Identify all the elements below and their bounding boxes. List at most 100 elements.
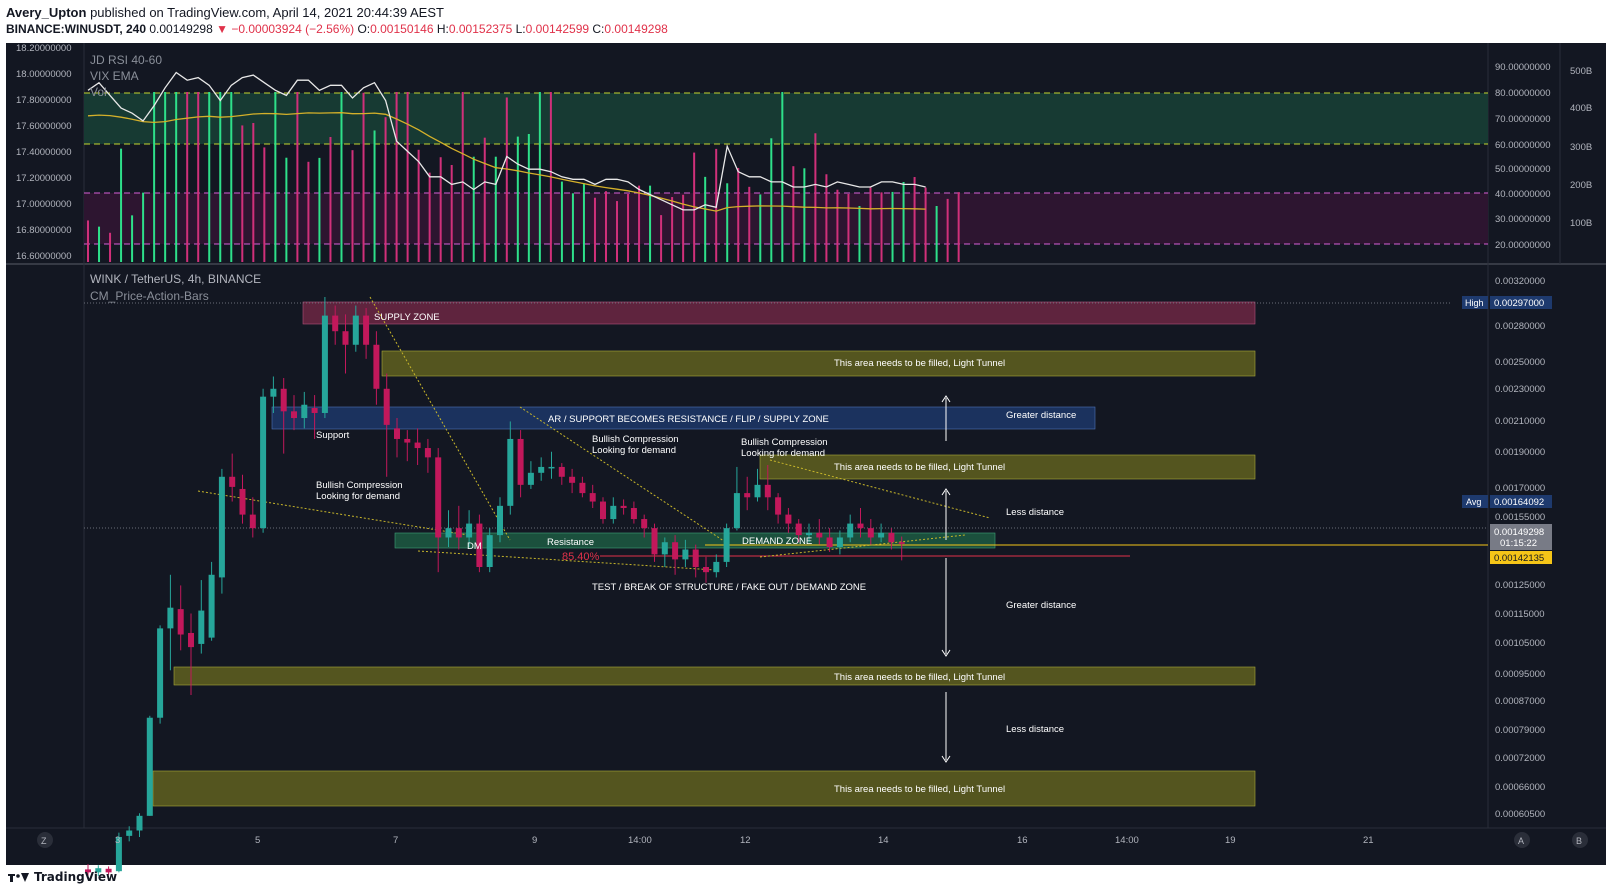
candle-body[interactable] (847, 523, 854, 538)
candle-body[interactable] (527, 472, 534, 485)
volume-bar (638, 185, 641, 262)
candle-body[interactable] (857, 523, 864, 529)
support-label: Support (316, 430, 350, 441)
candle-body[interactable] (445, 528, 452, 538)
time-tick: 14 (878, 835, 889, 846)
candle-body[interactable] (507, 438, 514, 506)
candle-body[interactable] (249, 514, 256, 529)
candle-body[interactable] (383, 388, 390, 425)
candle-body[interactable] (682, 549, 689, 560)
candle-body[interactable] (703, 567, 709, 573)
candle-body[interactable] (486, 535, 493, 568)
candle-body[interactable] (641, 519, 648, 529)
volume-bar (98, 226, 101, 262)
candle-body[interactable] (723, 528, 730, 562)
candle-body[interactable] (466, 523, 473, 538)
top-right-tick: 40.00000000 (1495, 189, 1550, 200)
candle-body[interactable] (764, 484, 771, 498)
volume-bar (957, 192, 960, 262)
candle-body[interactable] (435, 457, 442, 538)
candle-body[interactable] (878, 532, 885, 538)
candle-body[interactable] (291, 411, 297, 419)
candle-body[interactable] (600, 501, 606, 520)
candle-body[interactable] (754, 484, 761, 498)
candle-body[interactable] (394, 428, 400, 439)
supply-zone-box[interactable] (302, 301, 1256, 325)
candle-body[interactable] (218, 476, 225, 578)
legend-rsi[interactable]: JD RSI 40-60 (90, 53, 162, 67)
volume-bar (340, 92, 343, 262)
tunnel-box-1[interactable] (381, 350, 1256, 377)
volume-bar (869, 187, 872, 262)
candle-body[interactable] (651, 528, 658, 555)
candle-body[interactable] (342, 331, 349, 345)
candle-body[interactable] (280, 388, 287, 412)
candle-body[interactable] (414, 442, 421, 449)
candle-body[interactable] (569, 476, 576, 483)
candle-body[interactable] (352, 315, 359, 345)
volume-bar (935, 206, 938, 262)
indicator-label[interactable]: CM_Price-Action-Bars (90, 289, 209, 303)
candle-body[interactable] (672, 542, 679, 560)
candle-body[interactable] (630, 508, 637, 520)
candle-body[interactable] (301, 404, 308, 419)
candle-body[interactable] (321, 315, 328, 413)
candle-body[interactable] (795, 523, 802, 536)
candle-body[interactable] (661, 542, 668, 555)
candle-body[interactable] (455, 528, 462, 538)
candle-body[interactable] (589, 493, 596, 502)
top-left-tick: 18.20000000 (16, 43, 71, 54)
candle-body[interactable] (363, 315, 370, 345)
candle-body[interactable] (404, 438, 411, 443)
candle-body[interactable] (836, 537, 843, 548)
candle-body[interactable] (146, 717, 153, 816)
candle-body[interactable] (517, 438, 524, 485)
candle-body[interactable] (610, 505, 617, 520)
candle-body[interactable] (898, 542, 905, 544)
candle-body[interactable] (867, 528, 874, 538)
candle-body[interactable] (538, 466, 545, 473)
footer-brand[interactable]: TradingView (34, 870, 117, 884)
candle-body[interactable] (188, 632, 194, 648)
candle-body[interactable] (270, 388, 277, 397)
candle-body[interactable] (744, 493, 751, 498)
candle-body[interactable] (260, 396, 267, 529)
candle-body[interactable] (332, 315, 339, 332)
candle-body[interactable] (806, 532, 812, 536)
candle-body[interactable] (136, 815, 143, 831)
tunnel-box-3[interactable] (173, 666, 1256, 686)
candle-body[interactable] (497, 505, 503, 536)
candle-body[interactable] (620, 505, 627, 509)
candle-body[interactable] (888, 532, 895, 543)
candle-body[interactable] (826, 537, 833, 548)
candle-body[interactable] (177, 609, 184, 635)
candle-body[interactable] (775, 497, 782, 515)
candle-body[interactable] (229, 476, 236, 487)
candle-body[interactable] (239, 488, 246, 515)
candle-body[interactable] (167, 607, 174, 629)
candle-body[interactable] (816, 532, 823, 538)
candle-body[interactable] (579, 482, 586, 494)
candle-body[interactable] (548, 466, 555, 469)
candle-body[interactable] (785, 514, 792, 524)
chart-title[interactable]: WINK / TetherUS, 4h, BINANCE (90, 272, 261, 286)
candle-body[interactable] (208, 574, 215, 638)
legend-vol[interactable]: Vol (90, 85, 107, 99)
legend-vix-ema[interactable]: VIX EMA (90, 69, 139, 83)
price-tick: 0.00170000 (1495, 483, 1545, 494)
candle-body[interactable] (311, 408, 318, 413)
candle-body[interactable] (424, 448, 431, 458)
candle-body[interactable] (157, 628, 164, 718)
candle-body[interactable] (373, 344, 380, 389)
volume-bar (208, 92, 211, 262)
volume-bar (946, 198, 949, 262)
candle-body[interactable] (713, 561, 720, 573)
candle-body[interactable] (126, 830, 133, 836)
candle-body[interactable] (198, 610, 205, 644)
demand-zone-box[interactable] (394, 532, 996, 549)
tradingview-chart[interactable]: JD RSI 40-60 VIX EMA Vol 18.20000000 18.… (0, 0, 1612, 891)
candle-body[interactable] (558, 466, 565, 477)
tunnel-box-4[interactable] (152, 770, 1256, 807)
candle-body[interactable] (733, 493, 740, 529)
candle-body[interactable] (692, 549, 699, 568)
